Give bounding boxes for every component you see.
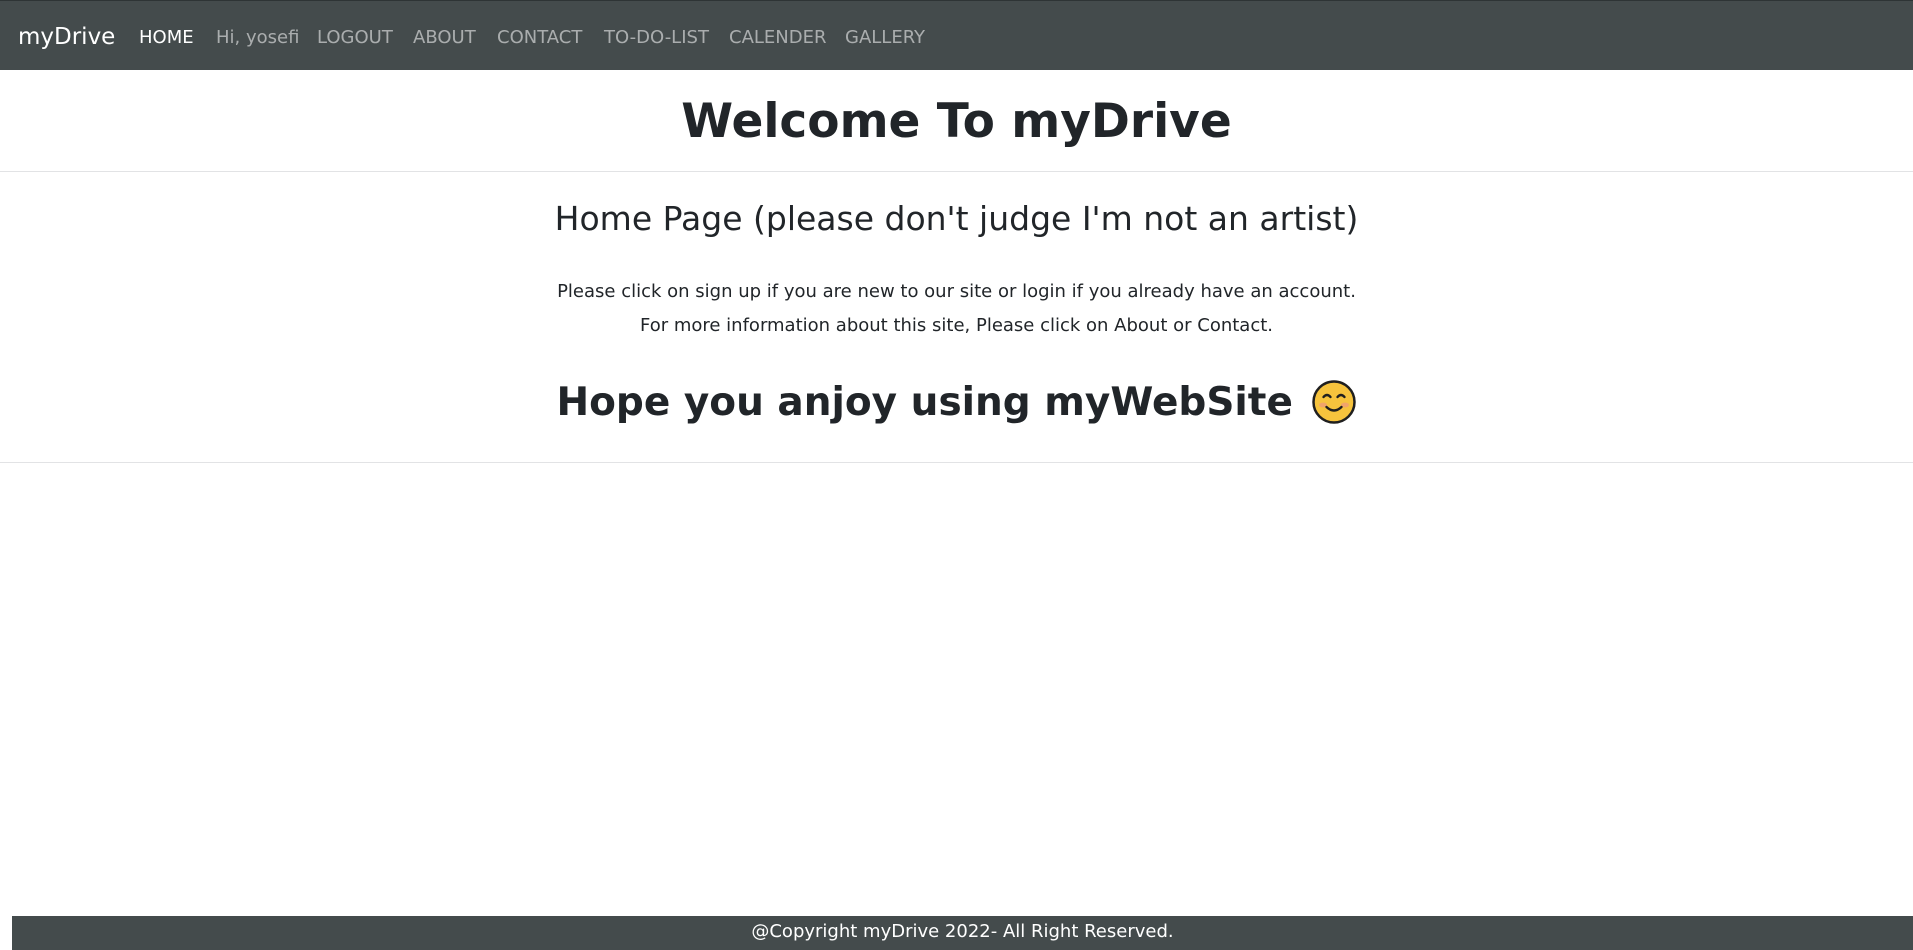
nav-gallery-link[interactable]: GALLERY [845,26,925,50]
smiling-face-emoji-icon [1312,380,1357,424]
nav-greeting-link[interactable]: Hi, yosefi [216,26,299,50]
page-subtitle: Home Page (please don't judge I'm not an… [554,199,1359,238]
nav-about-link[interactable]: ABOUT [413,26,476,50]
divider-bottom [0,462,1913,463]
divider-top [0,171,1913,172]
navbar: myDrive HOME Hi, yosefi LOGOUT ABOUT CON… [0,0,1913,70]
intro-line-signup: Please click on sign up if you are new t… [557,281,1356,302]
closing-heading: Hope you anjoy using myWebSite [0,378,1913,428]
nav-logout-link[interactable]: LOGOUT [317,26,393,50]
nav-contact-link[interactable]: CONTACT [497,26,582,50]
closing-text: Hope you anjoy using myWebSite [556,380,1293,425]
page-title: Welcome To myDrive [681,94,1232,149]
brand-link[interactable]: myDrive [18,23,115,51]
footer-copyright: @Copyright myDrive 2022- All Right Reser… [751,921,1174,942]
intro-line-info: For more information about this site, Pl… [639,315,1274,336]
nav-calender-link[interactable]: CALENDER [729,26,827,50]
footer: @Copyright myDrive 2022- All Right Reser… [12,916,1913,950]
nav-home-link[interactable]: HOME [139,26,194,50]
nav-todo-list-link[interactable]: TO-DO-LIST [604,26,709,50]
